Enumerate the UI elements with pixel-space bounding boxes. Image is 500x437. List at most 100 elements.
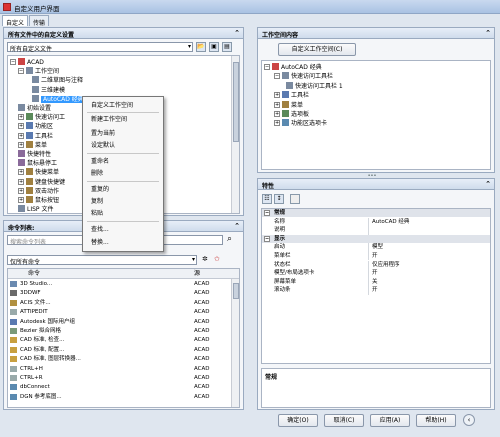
context-menu-item[interactable]: 置为当前 bbox=[91, 129, 115, 139]
property-row[interactable]: 滚动条 开 bbox=[262, 286, 490, 295]
context-menu-item[interactable]: 查找... bbox=[91, 225, 109, 235]
tree-item[interactable]: + 快速访问工 bbox=[18, 113, 65, 122]
workspace-tree-item[interactable]: + 选项板 bbox=[274, 110, 309, 119]
tree-item[interactable]: 初始设置 bbox=[18, 104, 51, 113]
tree-item[interactable]: + 快捷菜单 bbox=[18, 168, 59, 177]
save-icon[interactable]: ▣ bbox=[209, 42, 219, 52]
collapse-icon[interactable]: ⌃ bbox=[234, 222, 240, 230]
column-source[interactable]: 源 bbox=[194, 269, 200, 279]
workspace-tree-item[interactable]: − AutoCAD 经典 bbox=[264, 63, 322, 72]
property-value[interactable]: 关 bbox=[372, 278, 378, 286]
table-row[interactable]: 3D Studio... ACAD bbox=[8, 280, 229, 289]
property-row[interactable]: 说明 bbox=[262, 226, 490, 235]
expand-node-icon[interactable]: + bbox=[274, 120, 280, 127]
ok-button[interactable]: 确定(O) bbox=[278, 414, 318, 427]
categorized-icon[interactable]: ☷ bbox=[262, 194, 272, 204]
collapse-node-icon[interactable]: − bbox=[10, 59, 16, 65]
expand-node-icon[interactable]: + bbox=[18, 178, 24, 185]
workspace-tree-item[interactable]: − 快速访问工具栏 bbox=[274, 72, 333, 81]
tree-item[interactable]: − 工作空间 bbox=[18, 67, 59, 76]
tree-item[interactable]: − ACAD bbox=[10, 58, 44, 67]
expand-node-icon[interactable]: + bbox=[274, 101, 280, 108]
collapse-panels-icon[interactable]: ‹ bbox=[463, 414, 475, 426]
table-row[interactable]: ACIS 文件... ACAD bbox=[8, 299, 229, 308]
help-button[interactable]: 帮助(H) bbox=[416, 414, 456, 427]
tree-item[interactable]: 鼠标悬停工 bbox=[18, 159, 57, 168]
apply-button[interactable]: 应用(A) bbox=[370, 414, 410, 427]
property-row[interactable]: 屏幕菜单 关 bbox=[262, 277, 490, 287]
file-combo[interactable]: 所有自定义文件 ▾ bbox=[7, 42, 193, 53]
tree-item[interactable]: LISP 文件 bbox=[18, 205, 53, 213]
property-row[interactable]: 状态栏 仅应用程序 bbox=[262, 260, 490, 269]
expand-node-icon[interactable]: + bbox=[18, 132, 24, 139]
property-row[interactable]: 菜单栏 开 bbox=[262, 252, 490, 261]
context-menu-item[interactable]: 粘贴 bbox=[91, 209, 103, 219]
tree-item[interactable]: + 菜单 bbox=[18, 140, 47, 150]
context-menu-item[interactable]: 替换... bbox=[91, 238, 109, 248]
tree-item[interactable]: + 鼠标按钮 bbox=[18, 196, 59, 205]
expand-node-icon[interactable]: + bbox=[18, 197, 24, 203]
cancel-button[interactable]: 取消(C) bbox=[324, 414, 364, 427]
collapse-node-icon[interactable]: − bbox=[264, 210, 270, 216]
property-row[interactable]: 启动 模型 bbox=[262, 243, 490, 252]
context-menu-item[interactable]: 重命名 bbox=[91, 157, 109, 167]
new-command-icon[interactable]: ✲ bbox=[202, 255, 208, 263]
table-row[interactable]: CAD 标准, 检查... ACAD bbox=[8, 336, 229, 345]
tab-transfer[interactable]: 传输 bbox=[29, 15, 49, 27]
command-scrollbar[interactable] bbox=[231, 279, 239, 407]
scrollbar-thumb[interactable] bbox=[233, 283, 239, 299]
command-filter-combo[interactable]: 仅所有命令 ▾ bbox=[7, 255, 197, 266]
table-row[interactable]: dbConnect ACAD bbox=[8, 383, 229, 392]
tree-item[interactable]: 二维草图与注释 bbox=[32, 76, 83, 85]
table-row[interactable]: CAD 标准, 图层转换器... ACAD bbox=[8, 355, 229, 364]
property-value[interactable]: AutoCAD 经典 bbox=[372, 218, 409, 226]
expand-node-icon[interactable]: + bbox=[274, 111, 280, 117]
tree-item[interactable]: + 双击动作 bbox=[18, 186, 59, 196]
table-row[interactable]: 3DDWF ACAD bbox=[8, 289, 229, 298]
property-pages-icon[interactable] bbox=[290, 194, 300, 204]
property-category[interactable]: − 显示 bbox=[262, 234, 490, 244]
table-row[interactable]: ATTIPEDIT ACAD bbox=[8, 308, 229, 317]
table-row[interactable]: Autodesk 国际用户组 ACAD bbox=[8, 318, 229, 327]
collapse-icon[interactable]: ⌃ bbox=[485, 29, 491, 37]
expand-node-icon[interactable]: + bbox=[18, 169, 24, 176]
context-menu-item[interactable]: 复制 bbox=[91, 197, 103, 207]
context-menu-item[interactable]: 设定默认 bbox=[91, 141, 115, 151]
tab-customize[interactable]: 自定义 bbox=[2, 15, 28, 27]
table-row[interactable]: CTRL+R ACAD bbox=[8, 374, 229, 383]
column-command[interactable]: 命令 bbox=[28, 269, 40, 279]
expand-node-icon[interactable]: + bbox=[18, 114, 24, 121]
scrollbar-thumb[interactable] bbox=[233, 62, 239, 142]
property-value[interactable]: 开 bbox=[372, 269, 378, 277]
workspace-tree-item[interactable]: 快速访问工具栏 1 bbox=[286, 81, 343, 91]
star-icon[interactable]: ✩ bbox=[214, 255, 220, 263]
open-file-icon[interactable]: 📂 bbox=[196, 42, 206, 52]
tree-item[interactable]: + 功能区 bbox=[18, 122, 53, 131]
context-menu-item[interactable]: 新建工作空间 bbox=[91, 115, 127, 125]
workspace-tree-item[interactable]: + 功能区选项卡 bbox=[274, 119, 327, 128]
sort-az-icon[interactable]: ↕ bbox=[274, 194, 284, 204]
workspace-tree-item[interactable]: + 菜单 bbox=[274, 100, 303, 110]
property-value[interactable]: 仅应用程序 bbox=[372, 261, 400, 269]
collapse-node-icon[interactable]: − bbox=[274, 73, 280, 80]
property-row[interactable]: 模型/布局选项卡 开 bbox=[262, 269, 490, 278]
property-category[interactable]: − 常规 bbox=[262, 209, 490, 218]
property-row[interactable]: 名称 AutoCAD 经典 bbox=[262, 217, 490, 226]
tree-item[interactable]: AutoCAD 经典 bbox=[32, 94, 86, 104]
context-menu-item[interactable]: 删除 bbox=[91, 169, 103, 179]
collapse-node-icon[interactable]: − bbox=[264, 64, 270, 70]
tree-item[interactable]: 快捷特性 bbox=[18, 150, 51, 159]
expand-node-icon[interactable]: + bbox=[18, 141, 24, 148]
context-menu-item[interactable]: 自定义工作空间 bbox=[91, 101, 133, 111]
tree-item[interactable]: + 工具栏 bbox=[18, 131, 53, 141]
property-value[interactable]: 开 bbox=[372, 252, 378, 260]
expand-node-icon[interactable]: + bbox=[18, 187, 24, 194]
expand-node-icon[interactable]: + bbox=[18, 123, 24, 130]
property-value[interactable]: 模型 bbox=[372, 243, 383, 251]
context-menu-item[interactable]: 重复的 bbox=[91, 185, 109, 195]
property-value[interactable]: 开 bbox=[372, 286, 378, 294]
table-row[interactable]: DGN 参考底图... ACAD bbox=[8, 393, 229, 402]
expand-node-icon[interactable]: + bbox=[274, 92, 280, 99]
customize-workspace-button[interactable]: 自定义工作空间(C) bbox=[278, 43, 356, 56]
search-icon[interactable]: ⌕ bbox=[227, 235, 232, 244]
